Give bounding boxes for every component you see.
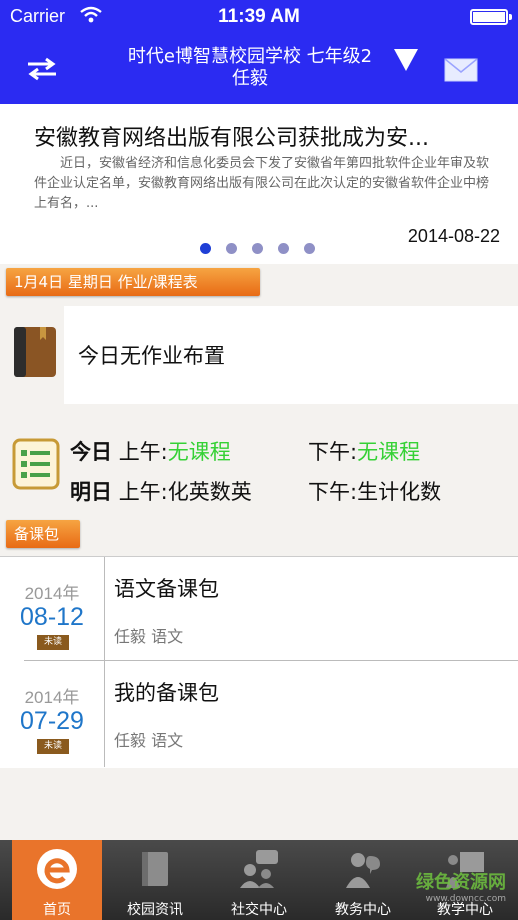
today-am-value: 无课程 bbox=[167, 440, 231, 464]
status-bar: Carrier 11:39 AM bbox=[0, 0, 518, 36]
page-indicator[interactable] bbox=[200, 243, 315, 254]
news-summary: 近日，安徽省经济和信息化委员会下发了安徽省年第四批软件企业年审及软件企业认定名单… bbox=[34, 156, 490, 211]
page-title: 时代e博智慧校园学校 七年级2 任毅 bbox=[100, 46, 400, 90]
item-date: 07-29 bbox=[20, 707, 84, 735]
item-year: 2014年 bbox=[24, 688, 80, 707]
school-class-label: 时代e博智慧校园学校 七年级2 bbox=[127, 46, 373, 67]
item-title: 我的备课包 bbox=[114, 681, 219, 705]
tomorrow-label: 明日 bbox=[70, 480, 112, 504]
timetable[interactable]: 今日 上午:无课程 下午:无课程 明日 上午:化英数英 下午:生计化数 bbox=[0, 420, 518, 516]
battery-icon bbox=[470, 9, 512, 25]
user-name-label: 任毅 bbox=[232, 68, 268, 89]
today-label: 今日 bbox=[70, 440, 112, 464]
homework-status: 今日无作业布置 bbox=[78, 344, 225, 368]
today-schedule: 今日 上午:无课程 下午:无课程 bbox=[70, 436, 420, 466]
home-e-icon bbox=[37, 849, 77, 889]
teacher-icon bbox=[346, 853, 380, 888]
unread-badge: 未读 bbox=[37, 635, 69, 650]
today-pm-value: 无课程 bbox=[357, 440, 421, 464]
page-dot[interactable] bbox=[226, 243, 237, 254]
book-icon bbox=[142, 852, 168, 886]
tab-social[interactable]: 社交中心 bbox=[214, 840, 304, 920]
tab-label: 校园资讯 bbox=[127, 902, 183, 918]
homework-card[interactable]: 今日无作业布置 bbox=[0, 306, 518, 404]
tomorrow-am-value: 化英数英 bbox=[167, 480, 252, 504]
site-watermark: 绿色资源网 www.downcc.com bbox=[416, 868, 506, 904]
schedule-section-header: 1月4日 星期日 作业/课程表 bbox=[6, 268, 260, 296]
pm-prefix: 下午: bbox=[308, 480, 358, 504]
news-title[interactable]: 安徽教育网络出版有限公司获批成为安... bbox=[34, 120, 484, 152]
page-dot[interactable] bbox=[304, 243, 315, 254]
item-title: 语文备课包 bbox=[114, 577, 219, 601]
item-meta: 任毅 语文 bbox=[114, 731, 184, 750]
lesson-prep-section-header: 备课包 bbox=[6, 520, 80, 548]
watermark-url: www.downcc.com bbox=[425, 894, 506, 904]
tomorrow-schedule: 明日 上午:化英数英 下午:生计化数 bbox=[70, 476, 441, 506]
mail-icon[interactable] bbox=[444, 58, 478, 82]
page-dot[interactable] bbox=[278, 243, 289, 254]
tab-label: 首页 bbox=[43, 902, 71, 918]
unread-badge: 未读 bbox=[37, 739, 69, 754]
page-dot[interactable] bbox=[252, 243, 263, 254]
watermark-text: 绿色资源网 bbox=[416, 872, 506, 893]
people-chat-icon bbox=[240, 850, 278, 888]
timetable-icon bbox=[12, 438, 60, 490]
lesson-package-list: 2014年 08-12 未读 语文备课包 任毅 语文 2014年 07-29 未… bbox=[0, 556, 518, 768]
news-banner[interactable]: 安徽教育网络出版有限公司获批成为安... 近日，安徽省经济和信息化委员会下发了安… bbox=[0, 104, 518, 264]
dropdown-triangle-icon[interactable] bbox=[393, 48, 419, 72]
tab-academic-affairs[interactable]: 教务中心 bbox=[318, 840, 408, 920]
switch-icon[interactable] bbox=[26, 56, 58, 82]
tomorrow-pm-value: 生计化数 bbox=[357, 480, 442, 504]
app-header: Carrier 11:39 AM 时代e博智慧校园学校 七年级2 任毅 bbox=[0, 0, 518, 104]
tab-campus-news[interactable]: 校园资讯 bbox=[110, 840, 200, 920]
news-date: 2014-08-22 bbox=[407, 226, 500, 246]
tab-label: 教务中心 bbox=[335, 902, 391, 918]
am-prefix: 上午: bbox=[118, 440, 168, 464]
item-date: 08-12 bbox=[20, 603, 84, 631]
list-item[interactable]: 2014年 07-29 未读 我的备课包 任毅 语文 bbox=[0, 661, 518, 765]
clock: 11:39 AM bbox=[218, 6, 300, 27]
item-meta: 任毅 语文 bbox=[114, 627, 184, 646]
tab-label: 社交中心 bbox=[231, 902, 287, 918]
pm-prefix: 下午: bbox=[308, 440, 358, 464]
homework-icon-box bbox=[0, 306, 64, 404]
item-year: 2014年 bbox=[24, 584, 80, 603]
page-dot[interactable] bbox=[200, 243, 211, 254]
tab-home[interactable]: 首页 bbox=[12, 840, 102, 920]
am-prefix: 上午: bbox=[118, 480, 168, 504]
list-item[interactable]: 2014年 08-12 未读 语文备课包 任毅 语文 bbox=[0, 557, 518, 661]
book-icon bbox=[14, 327, 56, 377]
